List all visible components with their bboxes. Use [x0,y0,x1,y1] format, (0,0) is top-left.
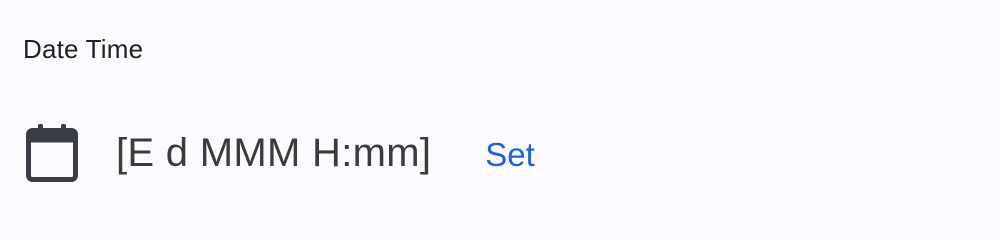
date-time-setting: Date Time [E d MMM H:mm] Set [0,0,1000,226]
calendar-icon [24,121,80,185]
field-label: Date Time [23,34,144,64]
date-time-row: [E d MMM H:mm] Set [24,118,535,188]
date-time-value: [E d MMM H:mm] [116,131,432,175]
set-button[interactable]: Set [485,135,535,175]
